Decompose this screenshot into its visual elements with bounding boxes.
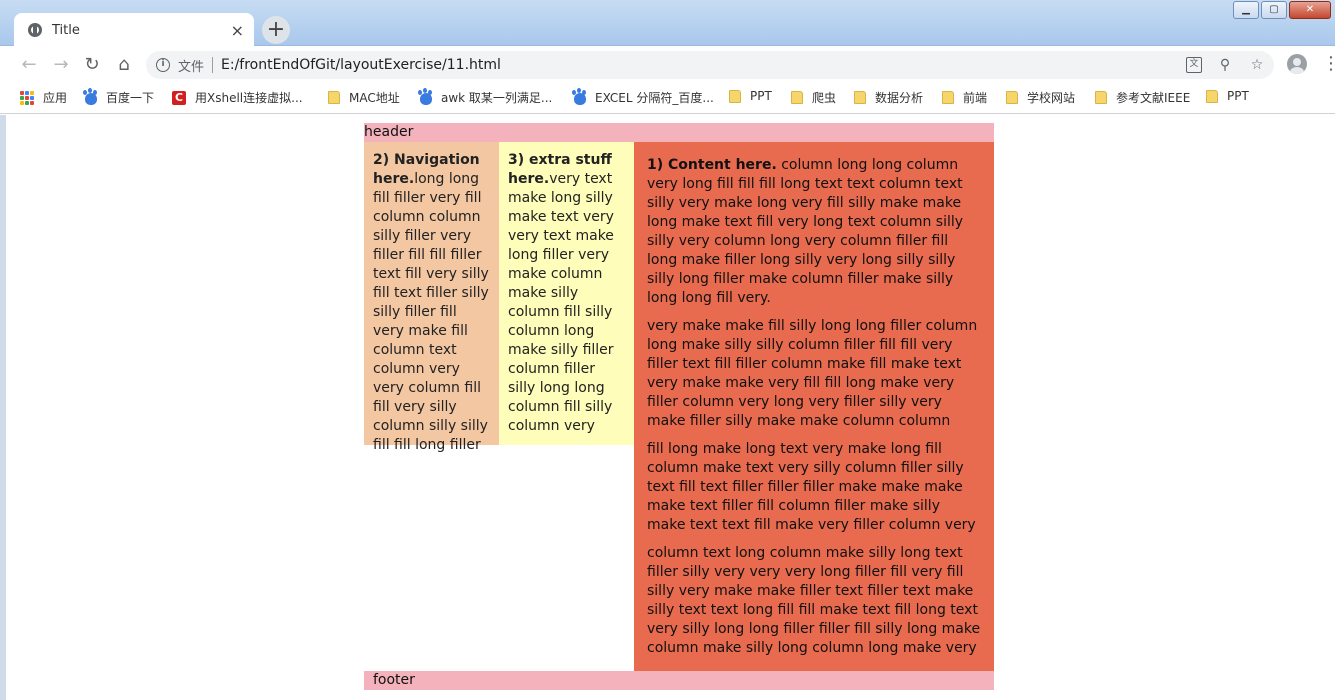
folder-icon	[1095, 91, 1107, 104]
page-viewport: header 2) Navigation here.long long fill…	[0, 115, 1335, 700]
url-scheme-label: 文件	[178, 59, 205, 75]
bookmark-label: 爬虫	[812, 91, 837, 105]
omnibox-actions: 文 ⚲ ☆	[1186, 56, 1266, 74]
content-heading: 1) Content here.	[647, 157, 777, 173]
bookmark-ppt[interactable]: PPT	[729, 89, 772, 103]
content-paragraph: 1) Content here. column long long column…	[647, 156, 981, 308]
star-icon[interactable]: ☆	[1248, 56, 1266, 74]
forward-arrow-icon[interactable]: →	[50, 54, 72, 76]
nav-text: long long fill filler very fill column c…	[373, 171, 489, 453]
content-paragraph: fill long make long text very make long …	[647, 441, 976, 533]
bookmark-school-site[interactable]: 学校网站	[1006, 89, 1075, 106]
more-menu-icon[interactable]: ⋮	[1322, 54, 1335, 74]
browser-toolbar: ← → ↻ ⌂ i 文件 E:/frontEndOfGit/layoutExer…	[0, 47, 1335, 83]
navigation-column: 2) Navigation here.long long fill filler…	[364, 142, 499, 453]
content-paragraph: very make make fill silly long long fill…	[647, 318, 978, 429]
layout-container: header 2) Navigation here.long long fill…	[364, 123, 994, 690]
bookmark-label: PPT	[750, 89, 772, 103]
bookmark-label: EXCEL 分隔符_百度...	[595, 91, 714, 105]
paw-icon	[418, 89, 432, 105]
window-controls: ▁ ▢ ✕	[1233, 1, 1331, 19]
bookmark-ppt-2[interactable]: PPT	[1206, 89, 1249, 103]
bookmark-label: 参考文献IEEE	[1116, 91, 1191, 105]
folder-icon	[1206, 89, 1218, 103]
omnibox-separator	[212, 57, 214, 73]
bookmark-awk[interactable]: awk 取某一列满足...	[418, 89, 553, 106]
minimize-button[interactable]: ▁	[1233, 1, 1259, 19]
reload-icon[interactable]: ↻	[81, 54, 103, 76]
page-header: header	[364, 123, 994, 142]
zoom-icon[interactable]: ⚲	[1216, 56, 1234, 74]
left-window-edge	[0, 115, 6, 700]
folder-icon	[1006, 91, 1018, 104]
bookmark-label: awk 取某一列满足...	[441, 91, 553, 105]
translate-icon[interactable]: 文	[1186, 57, 1202, 73]
bookmark-label: PPT	[1227, 89, 1249, 103]
xshell-icon: C	[172, 90, 186, 105]
close-icon[interactable]: ×	[231, 21, 244, 40]
content-paragraph-text: column long long column very long fill f…	[647, 157, 964, 306]
close-window-button[interactable]: ✕	[1289, 1, 1331, 19]
tab-label: Title	[52, 22, 80, 38]
page-footer: footer	[364, 671, 994, 690]
bookmark-label: 数据分析	[875, 91, 924, 105]
folder-icon	[328, 91, 340, 104]
bookmark-ieee[interactable]: 参考文献IEEE	[1095, 89, 1190, 106]
folder-icon	[854, 91, 866, 104]
home-icon[interactable]: ⌂	[113, 54, 135, 76]
bookmark-xshell[interactable]: C 用Xshell连接虚拟...	[172, 89, 303, 106]
profile-avatar-icon[interactable]	[1287, 54, 1307, 74]
folder-icon	[791, 91, 803, 104]
extra-text: very text make long silly make text very…	[508, 171, 614, 434]
paw-icon	[572, 89, 586, 105]
bookmark-label: 百度一下	[106, 91, 155, 105]
back-arrow-icon[interactable]: ←	[18, 54, 40, 76]
bookmark-data-analysis[interactable]: 数据分析	[854, 89, 923, 106]
bookmark-label: MAC地址	[349, 91, 400, 105]
paw-icon	[83, 89, 97, 105]
bookmark-apps[interactable]: 应用	[20, 89, 67, 106]
bookmark-crawler[interactable]: 爬虫	[791, 89, 836, 106]
url-text[interactable]: E:/frontEndOfGit/layoutExercise/11.html	[221, 57, 501, 73]
apps-icon	[20, 90, 34, 105]
content-column: 1) Content here. column long long column…	[634, 142, 994, 671]
bookmark-label: 用Xshell连接虚拟...	[195, 91, 303, 105]
bookmark-label: 前端	[963, 91, 988, 105]
folder-icon	[942, 91, 954, 104]
bookmark-frontend[interactable]: 前端	[942, 89, 987, 106]
content-paragraph: column text long column make silly long …	[647, 545, 981, 656]
bookmarks-bar: 应用 百度一下 C 用Xshell连接虚拟... MAC地址 awk 取某一列满…	[0, 83, 1335, 114]
folder-icon	[729, 89, 741, 103]
bookmark-mac-address[interactable]: MAC地址	[328, 89, 400, 106]
address-bar[interactable]: i 文件 E:/frontEndOfGit/layoutExercise/11.…	[146, 51, 1274, 79]
globe-icon	[28, 23, 42, 37]
bookmark-label: 应用	[43, 91, 68, 105]
tab-title[interactable]: Title ×	[14, 13, 254, 47]
bookmark-excel[interactable]: EXCEL 分隔符_百度...	[572, 89, 714, 106]
bookmark-baidu[interactable]: 百度一下	[83, 89, 155, 106]
new-tab-button[interactable]: +	[262, 16, 290, 44]
extra-column: 3) extra stuff here.very text make long …	[499, 142, 634, 445]
bookmark-label: 学校网站	[1027, 91, 1076, 105]
columns-wrapper: 2) Navigation here.long long fill filler…	[364, 142, 994, 671]
info-icon[interactable]: i	[156, 58, 170, 72]
maximize-button[interactable]: ▢	[1261, 1, 1287, 19]
